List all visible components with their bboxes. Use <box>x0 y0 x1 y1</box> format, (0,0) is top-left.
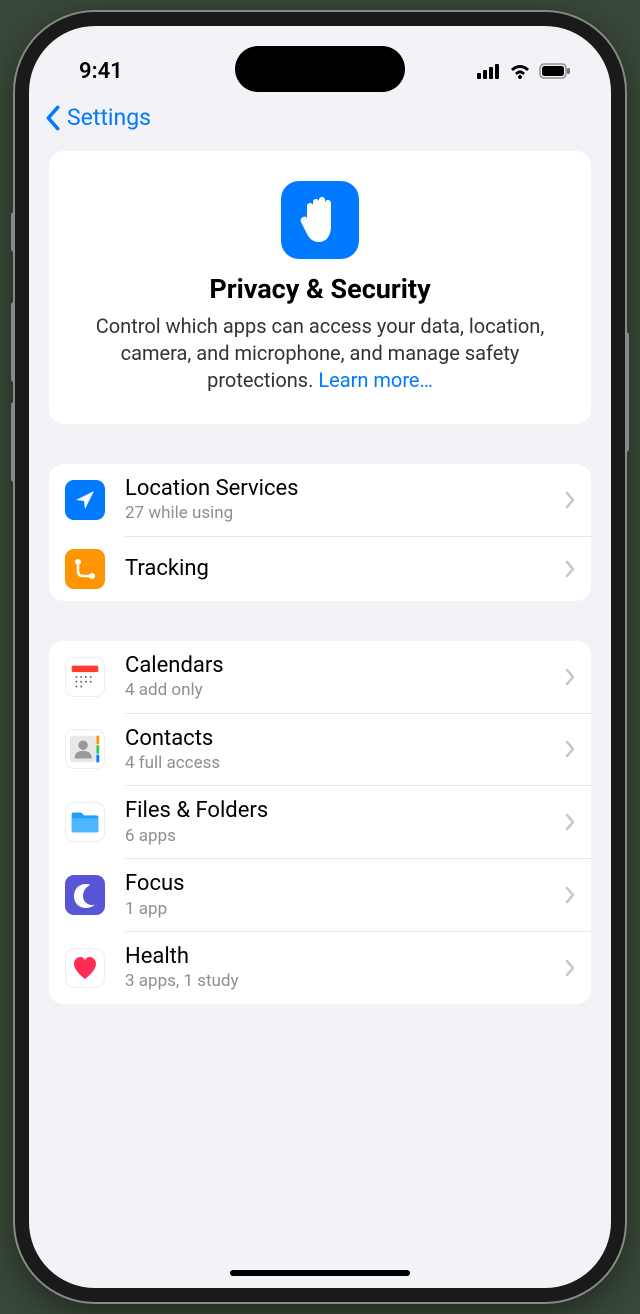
wifi-icon <box>509 63 531 79</box>
row-subtitle: 4 add only <box>125 680 565 700</box>
row-contacts[interactable]: Contacts 4 full access <box>49 714 591 786</box>
status-icons <box>477 63 571 79</box>
tracking-icon <box>65 549 105 589</box>
chevron-right-icon <box>565 740 575 758</box>
row-title: Calendars <box>125 653 565 679</box>
row-title: Contacts <box>125 726 565 752</box>
volume-down-button <box>11 402 15 482</box>
chevron-right-icon <box>565 959 575 977</box>
row-subtitle: 1 app <box>125 899 565 919</box>
row-title: Location Services <box>125 476 565 502</box>
chevron-right-icon <box>565 560 575 578</box>
chevron-right-icon <box>565 668 575 686</box>
back-label: Settings <box>67 104 151 131</box>
row-title: Tracking <box>125 556 565 582</box>
section-location-tracking: Location Services 27 while using Trackin… <box>49 464 591 601</box>
row-title: Files & Folders <box>125 798 565 824</box>
row-subtitle: 3 apps, 1 study <box>125 971 565 991</box>
row-subtitle: 27 while using <box>125 503 565 523</box>
chevron-right-icon <box>565 886 575 904</box>
section-data-access: Calendars 4 add only Contacts 4 full acc… <box>49 641 591 1004</box>
row-files-folders[interactable]: Files & Folders 6 apps <box>49 786 591 858</box>
back-button[interactable]: Settings <box>45 104 151 131</box>
calendars-icon <box>65 657 105 697</box>
cellular-icon <box>477 63 501 79</box>
hero-title: Privacy & Security <box>75 273 565 305</box>
chevron-right-icon <box>565 813 575 831</box>
row-health[interactable]: Health 3 apps, 1 study <box>49 932 591 1004</box>
row-subtitle: 4 full access <box>125 753 565 773</box>
hero-description: Control which apps can access your data,… <box>75 313 565 394</box>
silence-switch <box>11 212 15 252</box>
dynamic-island <box>235 46 405 92</box>
row-location-services[interactable]: Location Services 27 while using <box>49 464 591 536</box>
row-title: Focus <box>125 871 565 897</box>
privacy-hand-icon <box>281 181 359 259</box>
home-indicator[interactable] <box>230 1270 410 1276</box>
battery-icon <box>539 63 571 79</box>
row-focus[interactable]: Focus 1 app <box>49 859 591 931</box>
volume-up-button <box>11 302 15 382</box>
location-icon <box>65 480 105 520</box>
row-tracking[interactable]: Tracking <box>49 537 591 601</box>
power-button <box>625 332 629 452</box>
row-subtitle: 6 apps <box>125 826 565 846</box>
focus-icon <box>65 875 105 915</box>
files-icon <box>65 802 105 842</box>
contacts-icon <box>65 729 105 769</box>
phone-device-frame: 9:41 Settings Privacy & Security Control… <box>15 12 625 1302</box>
health-icon <box>65 948 105 988</box>
chevron-right-icon <box>565 491 575 509</box>
row-title: Health <box>125 944 565 970</box>
hero-card: Privacy & Security Control which apps ca… <box>49 151 591 424</box>
nav-bar: Settings <box>29 96 611 151</box>
status-time: 9:41 <box>79 59 123 84</box>
screen: 9:41 Settings Privacy & Security Control… <box>29 26 611 1288</box>
chevron-left-icon <box>45 105 61 131</box>
row-calendars[interactable]: Calendars 4 add only <box>49 641 591 713</box>
learn-more-link[interactable]: Learn more… <box>318 368 433 392</box>
content-scroll[interactable]: Privacy & Security Control which apps ca… <box>29 151 611 1273</box>
